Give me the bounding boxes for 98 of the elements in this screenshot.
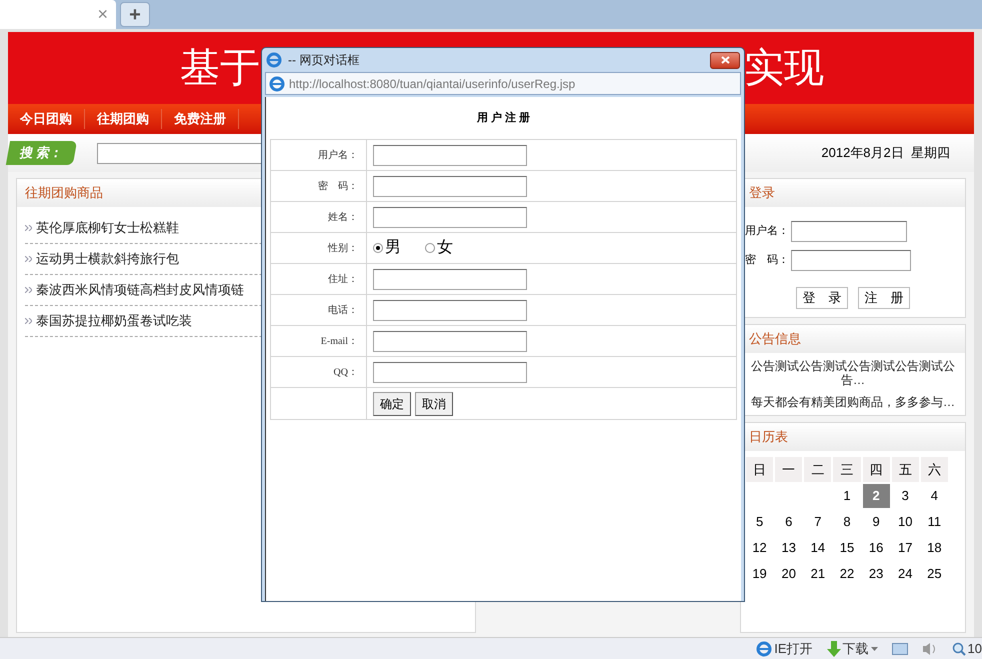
radio-icon[interactable]: [373, 243, 383, 253]
close-icon: [720, 56, 730, 64]
open-in-ie-label[interactable]: IE打开: [774, 638, 813, 658]
calendar-day[interactable]: 5: [746, 510, 774, 534]
input-field[interactable]: [373, 300, 527, 320]
weekday-label: 二: [804, 457, 832, 482]
new-tab-button[interactable]: +: [120, 2, 150, 27]
calendar-day[interactable]: 20: [775, 562, 802, 586]
calendar-day[interactable]: 18: [920, 536, 948, 560]
login-button[interactable]: 登 录: [796, 287, 848, 309]
dialog-title: -- 网页对话框: [288, 52, 360, 69]
field-label: 住址：: [328, 272, 358, 286]
calendar-day[interactable]: 16: [862, 536, 890, 560]
calendar-day[interactable]: 4: [920, 484, 948, 508]
gender-radio[interactable]: 女: [425, 236, 453, 260]
browser-logo-icon: [756, 640, 772, 656]
url-text: http://localhost:8080/tuan/qiantai/userinfo/userReg.jsp: [289, 76, 576, 92]
calendar-day[interactable]: 24: [892, 562, 919, 586]
calendar-day[interactable]: 6: [775, 510, 802, 534]
field-label: QQ：: [334, 366, 358, 380]
cancel-button[interactable]: 取消: [415, 392, 453, 416]
confirm-button[interactable]: 确定: [373, 392, 411, 416]
gender-radio[interactable]: 男: [373, 236, 401, 260]
notice-link[interactable]: 每天都会有精美团购商品，多多参与…: [745, 395, 961, 409]
weekday-label: 四: [862, 457, 890, 482]
bullet-icon: [25, 318, 32, 324]
field-label: 密 码：: [318, 180, 358, 194]
browser-logo-icon: [266, 52, 282, 68]
field-label: 用户名：: [318, 148, 358, 162]
calendar-day[interactable]: 17: [892, 536, 919, 560]
input-field[interactable]: [791, 250, 911, 271]
download-label[interactable]: 下载: [842, 638, 869, 658]
field-label: E-mail：: [320, 334, 358, 348]
calendar-day[interactable]: 9: [862, 510, 890, 534]
input-field[interactable]: [373, 144, 527, 166]
search-label: 搜 索：: [6, 141, 77, 165]
calendar-day[interactable]: 15: [833, 536, 861, 560]
input-field[interactable]: [791, 221, 907, 242]
calendar-day[interactable]: 8: [833, 510, 861, 534]
register-button[interactable]: 注 册: [858, 287, 910, 309]
close-icon[interactable]: ×: [97, 1, 108, 28]
nav-link[interactable]: 往期团购: [85, 109, 162, 129]
password-label: 密 码：: [745, 252, 789, 268]
date-text: 2012年8月2日 星期四: [821, 144, 950, 162]
notice-link[interactable]: 公告测试公告测试公告测试公告测试公告…: [745, 359, 961, 387]
panel-title: 登录: [749, 184, 775, 202]
nav-link[interactable]: 今日团购: [8, 109, 85, 129]
panel-title: 公告信息: [749, 330, 801, 348]
panel-title: 往期团购商品: [25, 184, 103, 202]
calendar-day[interactable]: 19: [746, 562, 774, 586]
browser-logo-icon: [269, 76, 285, 92]
username-label: 用户名：: [745, 224, 789, 240]
bullet-icon: [25, 287, 32, 293]
calendar-day[interactable]: 2: [862, 484, 890, 508]
calendar-day[interactable]: 12: [746, 536, 774, 560]
bullet-icon: [25, 225, 32, 231]
weekday-label: 一: [775, 457, 802, 482]
window-icon[interactable]: [892, 642, 908, 654]
calendar-day[interactable]: 1: [833, 484, 861, 508]
product-link[interactable]: 英伦厚底柳钉女士松糕鞋: [36, 218, 179, 238]
browser-tab[interactable]: ×: [0, 0, 116, 29]
nav-link[interactable]: 免费注册: [162, 109, 239, 129]
weekday-label: 三: [833, 457, 861, 482]
site-title: 实现: [744, 48, 824, 88]
calendar-day[interactable]: 25: [920, 562, 948, 586]
calendar-day[interactable]: 10: [892, 510, 919, 534]
radio-icon[interactable]: [425, 243, 435, 253]
close-button[interactable]: [710, 52, 740, 68]
site-title: 基于: [180, 48, 260, 88]
bullet-icon: [25, 256, 32, 262]
input-field[interactable]: [373, 330, 527, 352]
panel-title: 日历表: [749, 428, 788, 446]
zoom-icon[interactable]: [952, 642, 966, 656]
calendar-day[interactable]: 22: [833, 562, 861, 586]
weekday-label: 日: [746, 457, 774, 482]
input-field[interactable]: [373, 268, 527, 290]
product-link[interactable]: 秦波西米风情项链高档封皮风情项链: [36, 280, 244, 300]
caret-icon[interactable]: [870, 646, 878, 650]
download-icon: [826, 640, 841, 656]
input-field[interactable]: [373, 362, 527, 382]
calendar-day[interactable]: 13: [775, 536, 802, 560]
input-field[interactable]: [373, 206, 527, 228]
field-label: 电话：: [328, 304, 358, 318]
zoom-level[interactable]: 10: [968, 638, 982, 658]
calendar-day[interactable]: 23: [862, 562, 890, 586]
input-field[interactable]: [373, 176, 527, 196]
calendar-day[interactable]: 11: [920, 510, 948, 534]
calendar-day[interactable]: 14: [804, 536, 832, 560]
calendar-day[interactable]: 21: [804, 562, 832, 586]
product-link[interactable]: 运动男士横款斜挎旅行包: [36, 249, 179, 269]
calendar-day[interactable]: 7: [804, 510, 832, 534]
product-link[interactable]: 泰国苏提拉椰奶蛋卷试吃装: [36, 311, 192, 331]
weekday-label: 五: [892, 457, 919, 482]
form-heading: 用 户 注 册: [476, 110, 532, 126]
field-label: 姓名：: [328, 210, 358, 224]
weekday-label: 六: [920, 457, 948, 482]
calendar-day[interactable]: 3: [892, 484, 919, 508]
field-label: 性别：: [328, 242, 358, 256]
